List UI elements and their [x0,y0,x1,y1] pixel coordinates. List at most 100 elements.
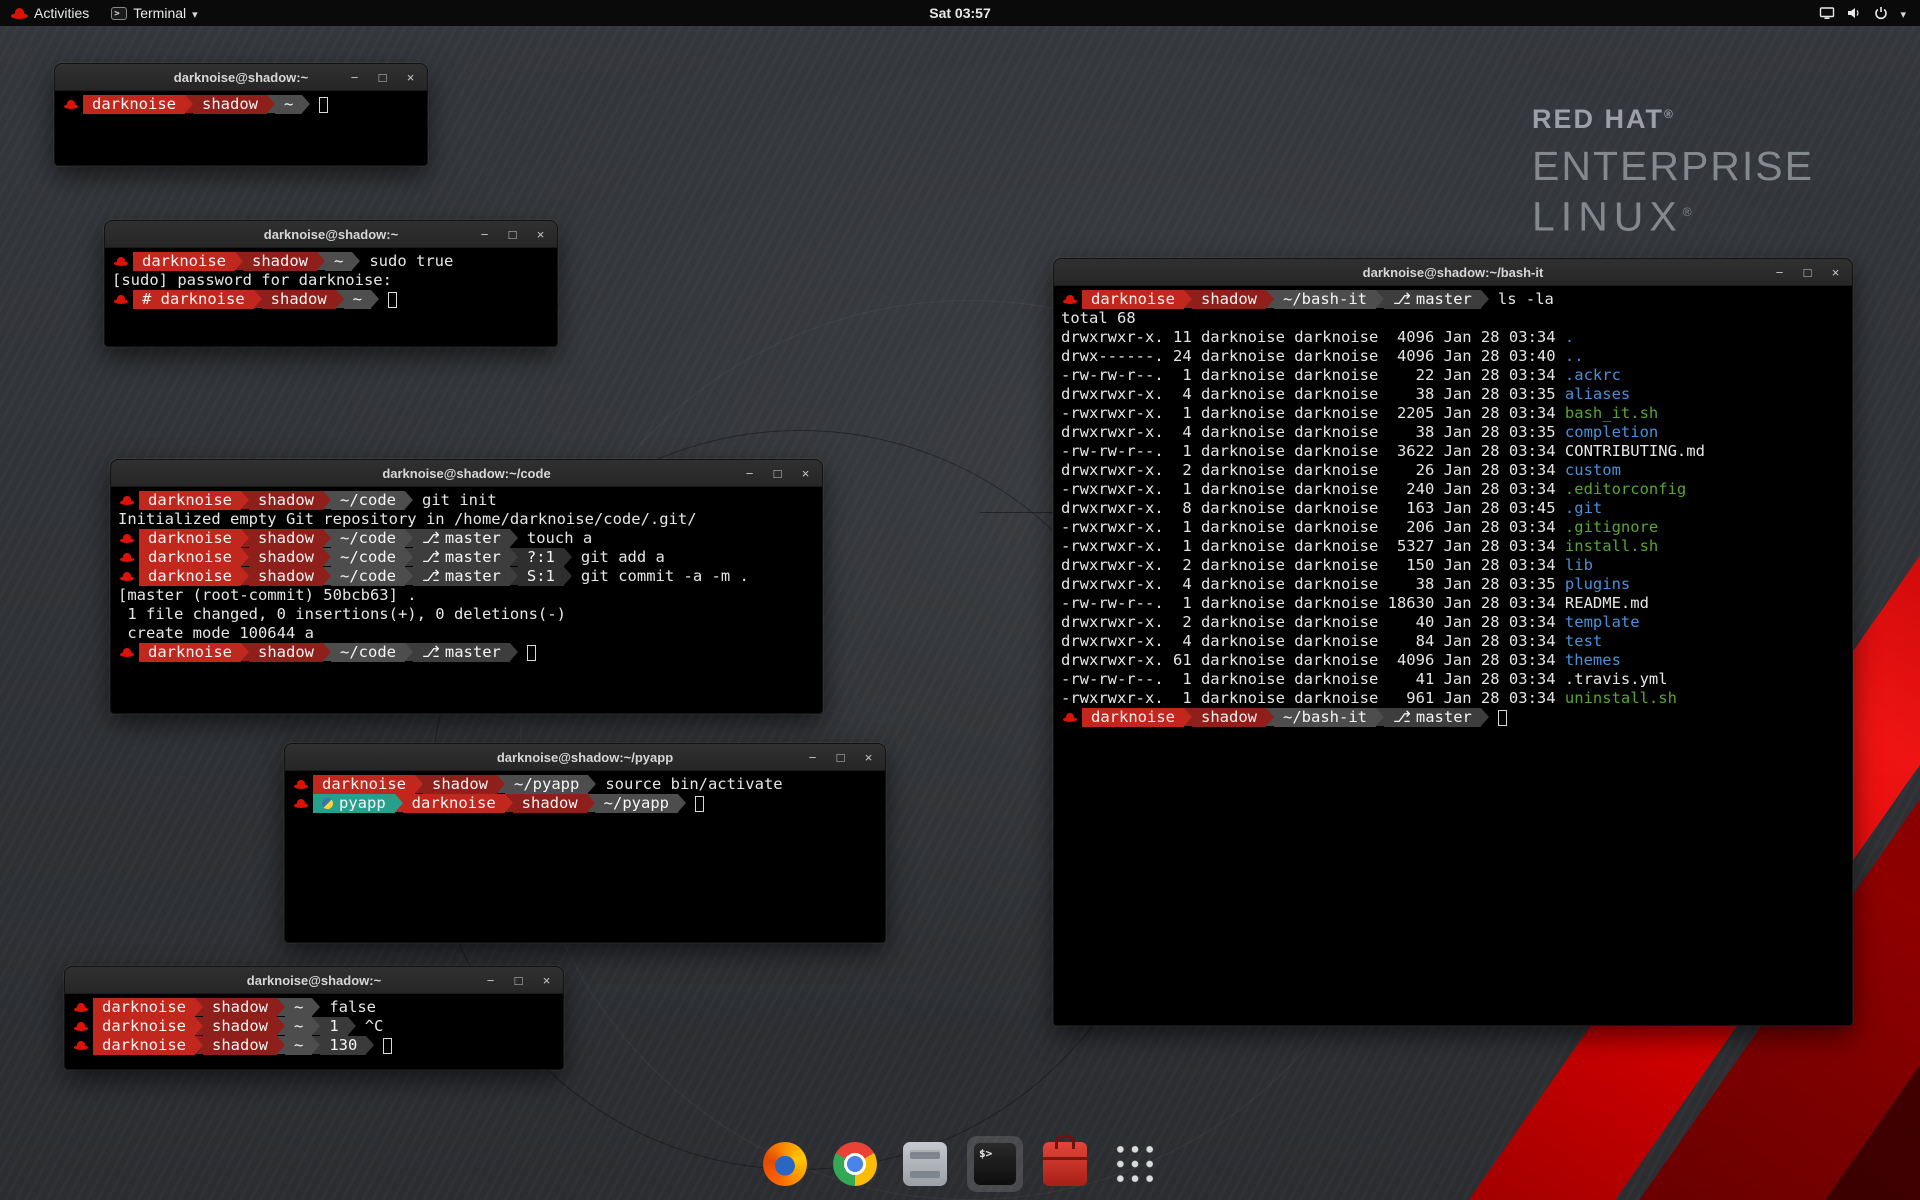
minimize-button[interactable]: − [1772,266,1787,279]
terminal-screen[interactable]: darknoiseshadow~sudo true[sudo] password… [105,248,557,346]
close-button[interactable]: × [533,228,548,241]
brand-redhat: RED HAT® [1532,104,1814,135]
close-button[interactable]: × [798,467,813,480]
terminal-output-line: -rwxrwxr-x. 1 darknoise darknoise 5327 J… [1061,537,1845,556]
terminal-prompt-line: darknoiseshadow~1^C [72,1017,556,1036]
powerline-arrow [195,998,203,1016]
prompt-segment-user: darknoise [93,1036,195,1055]
dock-item-firefox[interactable] [757,1136,813,1192]
dock-item-files[interactable] [897,1136,953,1192]
window-titlebar[interactable]: darknoise@shadow:~−□× [65,967,563,994]
powerline-arrow [505,794,513,812]
window-title: darknoise@shadow:~/pyapp [497,750,673,765]
terminal-screen[interactable]: darknoiseshadow~ [55,91,427,165]
minimize-button[interactable]: − [347,71,362,84]
powerline-arrow [510,529,518,547]
prompt-segment-host: shadow [262,290,336,309]
powerline-arrow [510,567,518,585]
maximize-button[interactable]: □ [511,974,526,987]
app-menu[interactable]: Terminal [100,0,208,26]
redhat-prompt-icon [120,493,134,508]
prompt-segment-path: ~/code [331,567,405,586]
dock-item-toolbox[interactable] [1037,1136,1093,1192]
prompt-segment-user: # darknoise [133,290,254,309]
maximize-button[interactable]: □ [833,751,848,764]
window-title: darknoise@shadow:~/bash-it [1363,265,1544,280]
prompt-segment-path: ~/bash-it [1274,290,1376,309]
terminal-cursor [319,97,328,113]
redhat-prompt-icon [114,292,128,307]
window-titlebar[interactable]: darknoise@shadow:~/pyapp −□ × [285,744,885,771]
minimize-button[interactable]: − [742,467,757,480]
maximize-button[interactable]: □ [375,71,390,84]
minimize-button[interactable]: − [805,751,820,764]
terminal-screen[interactable]: darknoiseshadow~/bash-itmasterls -latota… [1054,286,1852,1025]
powerline-arrow [195,1017,203,1035]
activities-button[interactable]: Activities [0,0,100,26]
redhat-prompt-icon [120,531,134,546]
terminal-prompt-line: darknoiseshadow~sudo true [112,252,550,271]
powerline-arrow [323,548,331,566]
terminal-screen[interactable]: darknoiseshadow~/codegit initInitialized… [111,487,822,713]
terminal-cursor [1498,710,1507,726]
redhat-prompt-icon [1063,710,1077,725]
dock-item-terminal[interactable] [967,1136,1023,1192]
terminal-prompt-line: darknoiseshadow~/codemastertouch a [118,529,815,548]
power-icon [1873,5,1889,21]
prompt-segment-path: ~/bash-it [1274,708,1376,727]
powerline-arrow [1376,708,1384,726]
powerline-arrow [415,775,423,793]
terminal-screen[interactable]: darknoiseshadow~falsedarknoiseshadow~1^C… [65,994,563,1069]
prompt-segment-user: darknoise [139,567,241,586]
files-icon [903,1142,947,1186]
prompt-segment-path: ~ [285,998,312,1017]
close-button[interactable]: × [403,71,418,84]
toolbox-icon [1043,1142,1087,1186]
window-titlebar[interactable]: darknoise@shadow:~/code−□× [111,460,822,487]
powerline-arrow [241,491,249,509]
terminal-output-line: Initialized empty Git repository in /hom… [118,510,815,529]
powerline-arrow [405,529,413,547]
system-status-area[interactable] [1805,0,1920,26]
maximize-button[interactable]: □ [1800,266,1815,279]
prompt-segment-user: darknoise [93,1017,195,1036]
prompt-segment-host: shadow [249,567,323,586]
minimize-button[interactable]: − [483,974,498,987]
terminal-screen[interactable]: darknoiseshadow~/pyappsource bin/activat… [285,771,885,942]
terminal-output-line: drwxrwxr-x. 11 darknoise darknoise 4096 … [1061,328,1845,347]
branch-icon [1393,708,1416,727]
terminal-output-line: create mode 100644 a [118,624,815,643]
powerline-arrow [371,290,379,308]
terminal-cursor [383,1038,392,1054]
dock-item-chrome[interactable] [827,1136,883,1192]
prompt-segment-host: shadow [249,491,323,510]
registered-mark: ® [1683,205,1692,219]
dock-item-appgrid[interactable] [1107,1136,1163,1192]
close-button[interactable]: × [1828,266,1843,279]
prompt-segment-user: darknoise [1082,708,1184,727]
powerline-arrow [241,643,249,661]
clock[interactable]: Sat 03:57 [929,5,990,21]
terminal-window: darknoise@shadow:~/bash-it −□ × darknoisesh… [1053,258,1853,1026]
close-button[interactable]: × [539,974,554,987]
prompt-segment-path: ~ [285,1036,312,1055]
window-titlebar[interactable]: darknoise@shadow:~−□× [55,64,427,91]
minimize-button[interactable]: − [477,228,492,241]
powerline-arrow [241,529,249,547]
powerline-arrow [510,548,518,566]
terminal-output-line: drwxrwxr-x. 2 darknoise darknoise 40 Jan… [1061,613,1845,632]
window-titlebar[interactable]: darknoise@shadow:~−□× [105,221,557,248]
redhat-prompt-icon [114,254,128,269]
branch-icon [422,548,445,567]
window-titlebar[interactable]: darknoise@shadow:~/bash-it −□ × [1054,259,1852,286]
close-button[interactable]: × [861,751,876,764]
prompt-segment-user: darknoise [1082,290,1184,309]
terminal-output-line: drwxrwxr-x. 4 darknoise darknoise 84 Jan… [1061,632,1845,651]
terminal-cursor [695,796,704,812]
powerline-arrow [267,95,275,113]
terminal-window: darknoise@shadow:~/pyapp −□ × darknoiseshad… [284,743,886,943]
maximize-button[interactable]: □ [770,467,785,480]
window-controls: −□ × [742,460,813,486]
terminal-output-line: -rwxrwxr-x. 1 darknoise darknoise 240 Ja… [1061,480,1845,499]
maximize-button[interactable]: □ [505,228,520,241]
